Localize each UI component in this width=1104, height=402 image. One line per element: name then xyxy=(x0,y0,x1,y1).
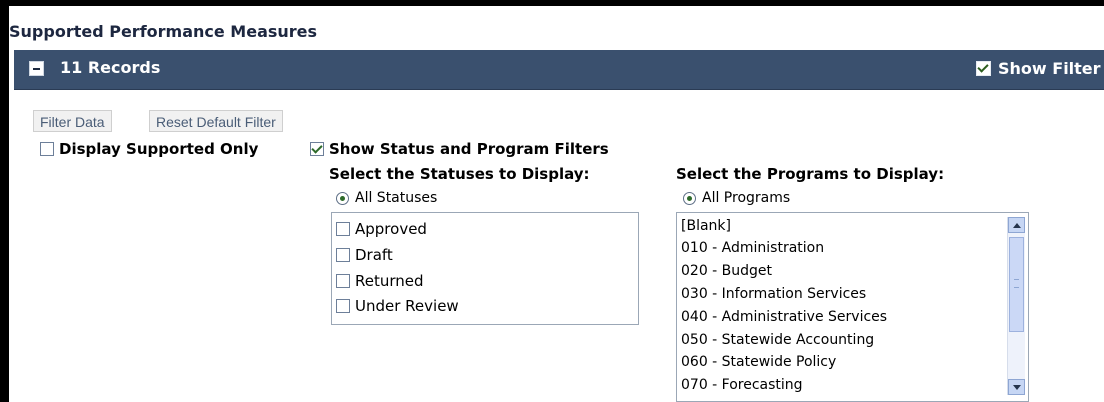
programs-heading: Select the Programs to Display: xyxy=(676,165,945,183)
status-label: Under Review xyxy=(355,297,459,315)
status-item-draft[interactable]: Draft xyxy=(336,246,393,264)
scroll-thumb[interactable] xyxy=(1009,237,1024,332)
status-checkbox[interactable] xyxy=(336,274,350,288)
program-option[interactable]: 020 - Budget xyxy=(681,263,772,279)
checkbox-checked-icon[interactable] xyxy=(976,61,991,76)
all-statuses-radio-option[interactable]: All Statuses xyxy=(336,190,437,206)
program-option[interactable]: 010 - Administration xyxy=(681,240,824,256)
program-option[interactable]: [Blank] xyxy=(681,218,731,234)
status-item-returned[interactable]: Returned xyxy=(336,272,424,290)
show-status-program-filters-label: Show Status and Program Filters xyxy=(329,140,609,158)
all-programs-radio[interactable] xyxy=(683,191,696,205)
minus-square-icon[interactable] xyxy=(29,61,44,76)
show-status-program-filters-option[interactable]: Show Status and Program Filters xyxy=(310,140,609,158)
program-option[interactable]: 060 - Statewide Policy xyxy=(681,354,836,370)
records-count: 11 Records xyxy=(60,58,161,77)
all-programs-radio-option[interactable]: All Programs xyxy=(683,190,790,206)
show-status-program-filters-checkbox[interactable] xyxy=(310,142,324,156)
reset-default-filter-button[interactable]: Reset Default Filter xyxy=(149,110,283,132)
status-item-approved[interactable]: Approved xyxy=(336,220,427,238)
status-checkbox[interactable] xyxy=(336,299,350,313)
programs-listbox[interactable]: [Blank] 010 - Administration 020 - Budge… xyxy=(676,212,1029,402)
display-supported-only-label: Display Supported Only xyxy=(59,140,259,158)
program-option[interactable]: 070 - Forecasting xyxy=(681,377,803,393)
status-checkbox-list: Approved Draft Returned Under Review xyxy=(331,212,639,325)
statuses-heading: Select the Statuses to Display: xyxy=(329,165,590,183)
all-statuses-label: All Statuses xyxy=(355,190,438,206)
filter-data-button[interactable]: Filter Data xyxy=(33,110,112,132)
display-supported-only-option[interactable]: Display Supported Only xyxy=(40,140,258,158)
status-label: Returned xyxy=(355,272,424,290)
scroll-up-arrow-icon[interactable] xyxy=(1008,217,1025,233)
program-option[interactable]: 040 - Administrative Services xyxy=(681,309,887,325)
section-title: Supported Performance Measures xyxy=(9,22,318,41)
show-filter-toggle[interactable]: Show Filter xyxy=(976,59,1101,78)
all-statuses-radio[interactable] xyxy=(336,191,349,205)
status-label: Draft xyxy=(355,246,393,264)
program-option[interactable]: 030 - Information Services xyxy=(681,286,866,302)
status-checkbox[interactable] xyxy=(336,222,350,236)
status-checkbox[interactable] xyxy=(336,248,350,262)
status-label: Approved xyxy=(355,220,427,238)
display-supported-only-checkbox[interactable] xyxy=(40,142,54,156)
records-header-bar: 11 Records Show Filter xyxy=(14,50,1104,90)
programs-scrollbar[interactable] xyxy=(1007,217,1025,395)
show-filter-label: Show Filter xyxy=(998,59,1101,78)
scroll-down-arrow-icon[interactable] xyxy=(1008,379,1025,395)
page-frame: Supported Performance Measures 11 Record… xyxy=(9,6,1104,402)
program-option[interactable]: 050 - Statewide Accounting xyxy=(681,332,874,348)
all-programs-label: All Programs xyxy=(702,190,791,206)
status-item-under-review[interactable]: Under Review xyxy=(336,297,459,315)
